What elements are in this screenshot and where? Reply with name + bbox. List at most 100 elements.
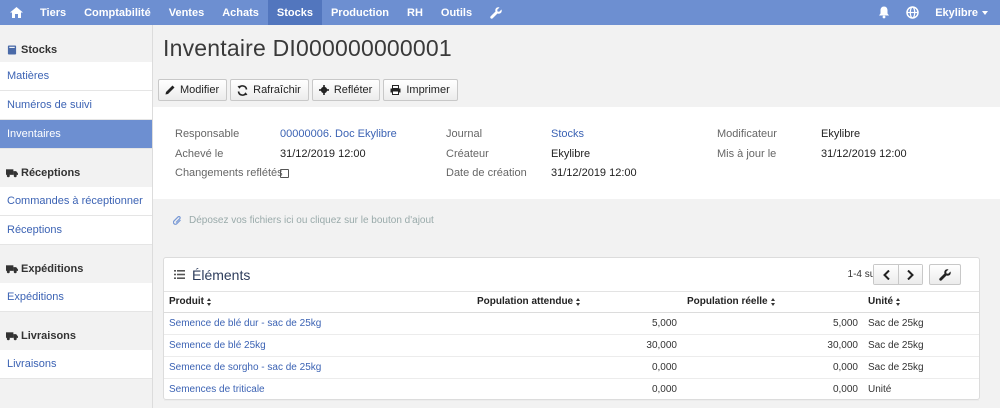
modificateur-label: Modificateur	[717, 128, 777, 140]
dropzone-text: Déposez vos fichiers ici ou cliquez sur …	[189, 215, 434, 226]
nav-tiers[interactable]: Tiers	[31, 0, 75, 25]
elements-header: Éléments 1-4 sur 4	[164, 258, 979, 292]
changements-label: Changements reflétés	[175, 167, 283, 179]
sidebar-item-numeros-de-suivi[interactable]: Numéros de suivi	[0, 91, 152, 120]
nav-achats[interactable]: Achats	[213, 0, 268, 25]
column-header-population-reelle[interactable]: Population réelle	[682, 292, 863, 313]
sidebar-section-expeditions: Expéditions	[0, 255, 152, 283]
pencil-icon	[165, 85, 175, 95]
book-icon	[7, 45, 17, 55]
column-header-population-attendue[interactable]: Population attendue	[472, 292, 682, 313]
top-navbar: Tiers Comptabilité Ventes Achats Stocks …	[0, 0, 1000, 25]
table-header-row: Produit Population attendue Population r…	[164, 292, 979, 313]
produit-cell[interactable]: Semences de triticale	[164, 378, 472, 401]
sort-icon	[896, 297, 901, 306]
mis-a-jour-label: Mis à jour le	[717, 148, 777, 160]
truck-icon	[6, 265, 18, 274]
sidebar-item-commandes-a-receptionner[interactable]: Commandes à réceptionner	[0, 187, 152, 216]
imprimer-button[interactable]: Imprimer	[383, 79, 458, 101]
sort-icon	[770, 297, 776, 306]
next-page-button[interactable]	[898, 265, 922, 284]
user-menu[interactable]: Ekylibre	[927, 0, 1000, 25]
population-attendue-cell: 5,000	[472, 312, 682, 335]
nav-stocks[interactable]: Stocks	[267, 0, 322, 25]
sidebar-section-stocks: Stocks	[0, 38, 152, 62]
createur-label: Créateur	[446, 148, 489, 160]
inventory-details: Responsable 00000006. Doc Ekylibre Achev…	[153, 107, 1000, 199]
truck-icon	[6, 169, 18, 178]
unite-cell: Sac de 25kg	[863, 312, 979, 335]
table-row: Semences de triticale 0,000 0,000 Unité	[164, 378, 979, 401]
population-reelle-cell: 30,000	[682, 334, 863, 357]
wrench-icon	[939, 268, 951, 281]
sidebar-item-matieres[interactable]: Matières	[0, 62, 152, 91]
sidebar-section-livraisons: Livraisons	[0, 322, 152, 350]
home-icon[interactable]	[0, 0, 31, 25]
acheve-label: Achevé le	[175, 148, 224, 160]
date-creation-label: Date de création	[446, 167, 527, 179]
journal-value[interactable]: Stocks	[551, 128, 584, 140]
population-attendue-cell: 0,000	[472, 356, 682, 379]
sidebar: Stocks Matières Numéros de suivi Inventa…	[0, 25, 153, 408]
createur-value: Ekylibre	[551, 148, 591, 160]
bell-icon[interactable]	[870, 0, 898, 25]
elements-table: Produit Population attendue Population r…	[164, 292, 979, 401]
column-header-produit[interactable]: Produit	[164, 292, 472, 313]
refresh-icon	[237, 84, 248, 96]
sidebar-item-livraisons[interactable]: Livraisons	[0, 350, 152, 379]
refleter-button[interactable]: Refléter	[311, 79, 381, 101]
toolbar: Modifier Rafraîchir Refléter Imprimer	[158, 79, 458, 101]
chevron-down-icon	[982, 10, 988, 15]
column-header-unite[interactable]: Unité	[863, 292, 979, 313]
unite-cell: Sac de 25kg	[863, 356, 979, 379]
table-row: Semence de sorgho - sac de 25kg 0,000 0,…	[164, 356, 979, 379]
population-attendue-cell: 0,000	[472, 378, 682, 401]
produit-cell[interactable]: Semence de blé 25kg	[164, 334, 472, 357]
paperclip-icon	[173, 215, 181, 225]
table-row: Semence de blé 25kg 30,000 30,000 Sac de…	[164, 334, 979, 357]
nav-outils[interactable]: Outils	[432, 0, 481, 25]
nav-comptabilite[interactable]: Comptabilité	[75, 0, 160, 25]
sort-icon	[576, 297, 581, 306]
globe-icon[interactable]	[898, 0, 927, 25]
population-reelle-cell: 0,000	[682, 378, 863, 401]
pagination-controls	[873, 264, 923, 285]
modificateur-value: Ekylibre	[821, 128, 861, 140]
elements-panel: Éléments 1-4 sur 4 Produit Population at…	[163, 257, 980, 401]
chevron-left-icon	[882, 269, 890, 280]
truck-icon	[6, 332, 18, 341]
nav-production[interactable]: Production	[322, 0, 398, 25]
list-icon	[174, 270, 185, 279]
mis-a-jour-value: 31/12/2019 12:00	[821, 148, 907, 160]
population-attendue-cell: 30,000	[472, 334, 682, 357]
produit-cell[interactable]: Semence de blé dur - sac de 25kg	[164, 312, 472, 335]
nav-ventes[interactable]: Ventes	[160, 0, 213, 25]
journal-label: Journal	[446, 128, 483, 140]
responsable-value[interactable]: 00000006. Doc Ekylibre	[280, 128, 397, 140]
sidebar-item-expeditions[interactable]: Expéditions	[0, 283, 152, 312]
unite-cell: Sac de 25kg	[863, 334, 979, 357]
sidebar-item-inventaires[interactable]: Inventaires	[0, 120, 152, 149]
population-reelle-cell: 5,000	[682, 312, 863, 335]
wrench-icon[interactable]	[481, 0, 511, 25]
gear-icon	[318, 85, 329, 95]
user-name: Ekylibre	[935, 6, 978, 19]
date-creation-value: 31/12/2019 12:00	[551, 167, 637, 179]
print-icon	[390, 85, 401, 95]
unite-cell: Unité	[863, 378, 979, 401]
acheve-value: 31/12/2019 12:00	[280, 148, 366, 160]
file-dropzone[interactable]: Déposez vos fichiers ici ou cliquez sur …	[173, 215, 434, 226]
nav-rh[interactable]: RH	[398, 0, 432, 25]
sort-icon	[207, 297, 212, 306]
rafraichir-button[interactable]: Rafraîchir	[230, 79, 309, 101]
chevron-right-icon	[907, 269, 914, 280]
main-content: Inventaire DI000000000001 Modifier Rafra…	[153, 25, 1000, 408]
previous-page-button[interactable]	[874, 265, 898, 284]
produit-cell[interactable]: Semence de sorgho - sac de 25kg	[164, 356, 472, 379]
population-reelle-cell: 0,000	[682, 356, 863, 379]
table-settings-button[interactable]	[929, 264, 961, 285]
modifier-button[interactable]: Modifier	[158, 79, 228, 101]
table-row: Semence de blé dur - sac de 25kg 5,000 5…	[164, 312, 979, 335]
changements-checkbox[interactable]	[280, 169, 289, 178]
sidebar-item-receptions[interactable]: Réceptions	[0, 216, 152, 245]
